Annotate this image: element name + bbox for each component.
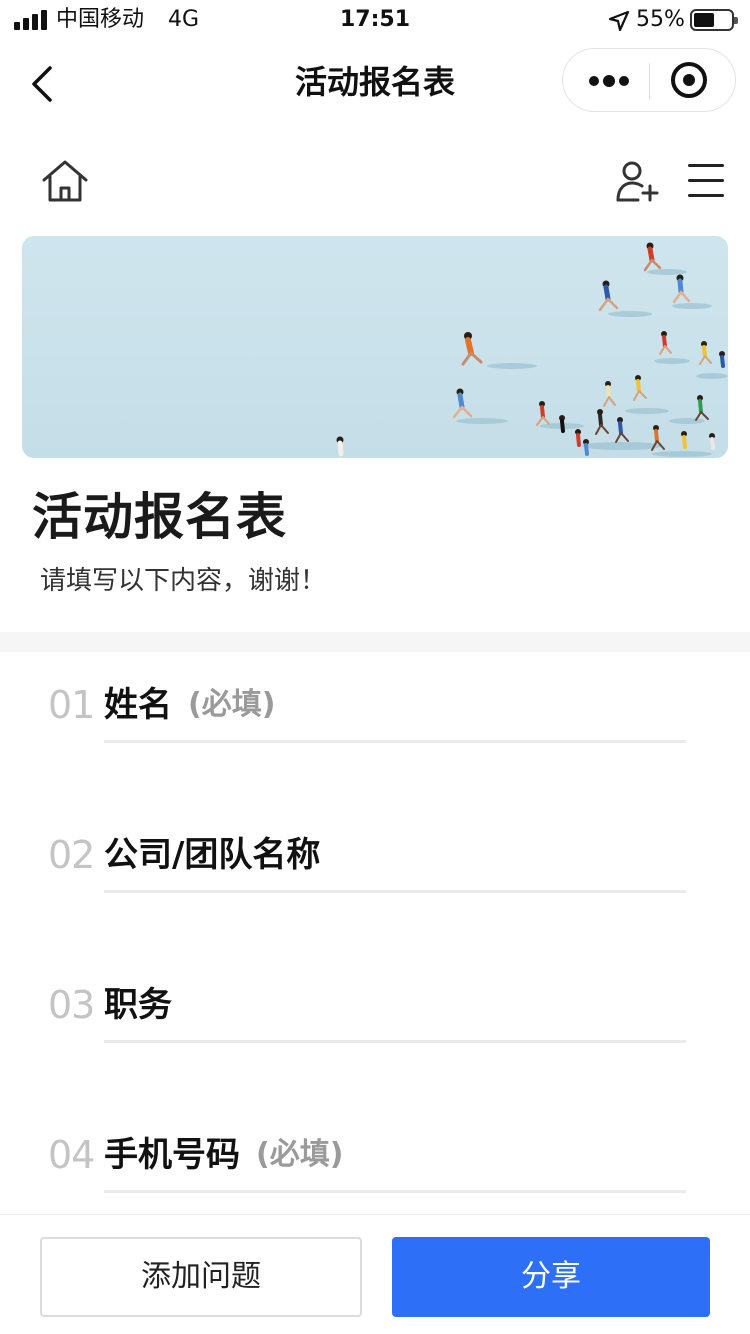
miniapp-capsule bbox=[562, 48, 736, 112]
section-divider bbox=[0, 632, 750, 652]
question-number: 03 bbox=[48, 983, 95, 1027]
home-icon[interactable] bbox=[40, 158, 90, 204]
share-button[interactable]: 分享 bbox=[392, 1237, 710, 1317]
question-number: 04 bbox=[48, 1133, 95, 1177]
required-tag: (必填) bbox=[188, 687, 276, 722]
runners-banner-image bbox=[22, 236, 728, 458]
location-arrow-icon bbox=[608, 10, 630, 32]
question-label: 公司/团队名称 bbox=[104, 835, 321, 875]
more-dots-icon[interactable] bbox=[563, 49, 649, 111]
battery-icon bbox=[690, 9, 738, 31]
hamburger-menu-icon[interactable] bbox=[688, 162, 726, 200]
question-item[interactable]: 03 职务 bbox=[0, 952, 750, 1062]
answer-input-line[interactable] bbox=[104, 1190, 686, 1193]
form-title: 活动报名表 bbox=[32, 488, 287, 546]
answer-input-line[interactable] bbox=[104, 740, 686, 743]
question-label: 职务 bbox=[104, 985, 172, 1025]
add-user-icon[interactable] bbox=[614, 160, 660, 202]
form-toolbar bbox=[0, 150, 750, 214]
answer-input-line[interactable] bbox=[104, 890, 686, 893]
capsule-divider bbox=[649, 63, 650, 99]
bottom-action-bar: 添加问题 分享 bbox=[0, 1214, 750, 1334]
add-question-button[interactable]: 添加问题 bbox=[40, 1237, 362, 1317]
answer-input-line[interactable] bbox=[104, 1040, 686, 1043]
status-bar: 中国移动 4G 17:51 55% bbox=[0, 0, 750, 40]
runners-illustration bbox=[336, 242, 728, 457]
question-number: 01 bbox=[48, 683, 95, 727]
question-item[interactable]: 02 公司/团队名称 bbox=[0, 802, 750, 912]
battery-percent: 55% bbox=[636, 7, 685, 32]
nav-bar: 活动报名表 bbox=[0, 40, 750, 128]
target-circle-icon[interactable] bbox=[671, 62, 707, 98]
required-tag: (必填) bbox=[256, 1137, 344, 1172]
question-label: 手机号码 bbox=[104, 1135, 240, 1175]
question-number: 02 bbox=[48, 833, 95, 877]
question-label: 姓名 bbox=[104, 685, 172, 725]
form-description: 请填写以下内容，谢谢！ bbox=[40, 566, 327, 596]
question-item[interactable]: 04 手机号码 (必填) bbox=[0, 1102, 750, 1212]
question-item[interactable]: 01 姓名 (必填) bbox=[0, 652, 750, 762]
